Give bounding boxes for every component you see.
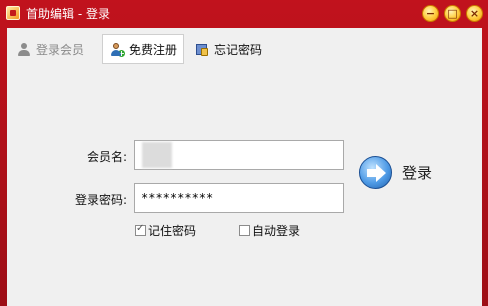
- login-button[interactable]: 登录: [359, 156, 432, 189]
- login-window: 首助编辑 - 登录 − □ × 登录会员 + 免费注册 忘记密码 会员名: 登录…: [0, 0, 488, 306]
- close-button[interactable]: ×: [466, 5, 483, 22]
- maximize-button[interactable]: □: [444, 5, 461, 22]
- tab-free-register-label: 免费注册: [129, 42, 178, 57]
- password-icon: [195, 42, 209, 56]
- username-input[interactable]: [134, 140, 344, 170]
- minimize-button[interactable]: −: [422, 5, 439, 22]
- window-title: 首助编辑 - 登录: [26, 7, 110, 21]
- username-label: 会员名:: [86, 150, 127, 164]
- tab-member-login-label: 登录会员: [36, 42, 85, 57]
- checkmark-icon: ✓: [136, 223, 145, 234]
- close-icon: ×: [469, 7, 480, 20]
- auto-login-box[interactable]: [239, 225, 250, 236]
- title-bar[interactable]: 首助编辑 - 登录 − □ ×: [0, 0, 488, 28]
- login-button-label: 登录: [402, 164, 433, 182]
- login-panel: 登录会员 + 免费注册 忘记密码 会员名: 登录密码: ✓ 记住密码 自动登录 …: [7, 28, 482, 306]
- tab-forgot-password-label: 忘记密码: [214, 42, 263, 57]
- tab-member-login[interactable]: 登录会员: [17, 34, 84, 64]
- remember-password-label: 记住密码: [148, 224, 197, 238]
- tab-forgot-password[interactable]: 忘记密码: [195, 34, 262, 64]
- app-icon: [6, 6, 20, 20]
- password-input[interactable]: [134, 183, 344, 213]
- tab-free-register[interactable]: + 免费注册: [102, 34, 185, 64]
- remember-password-checkbox[interactable]: ✓ 记住密码: [135, 222, 196, 239]
- user-add-icon: +: [110, 42, 125, 58]
- remember-password-box[interactable]: ✓: [135, 223, 146, 236]
- maximize-icon: □: [447, 7, 458, 20]
- user-icon: [17, 42, 31, 56]
- auto-login-label: 自动登录: [252, 224, 301, 238]
- minimize-icon: −: [425, 7, 436, 20]
- arrow-right-icon[interactable]: [359, 156, 392, 189]
- password-label: 登录密码:: [74, 193, 127, 207]
- auto-login-checkbox[interactable]: 自动登录: [239, 222, 300, 239]
